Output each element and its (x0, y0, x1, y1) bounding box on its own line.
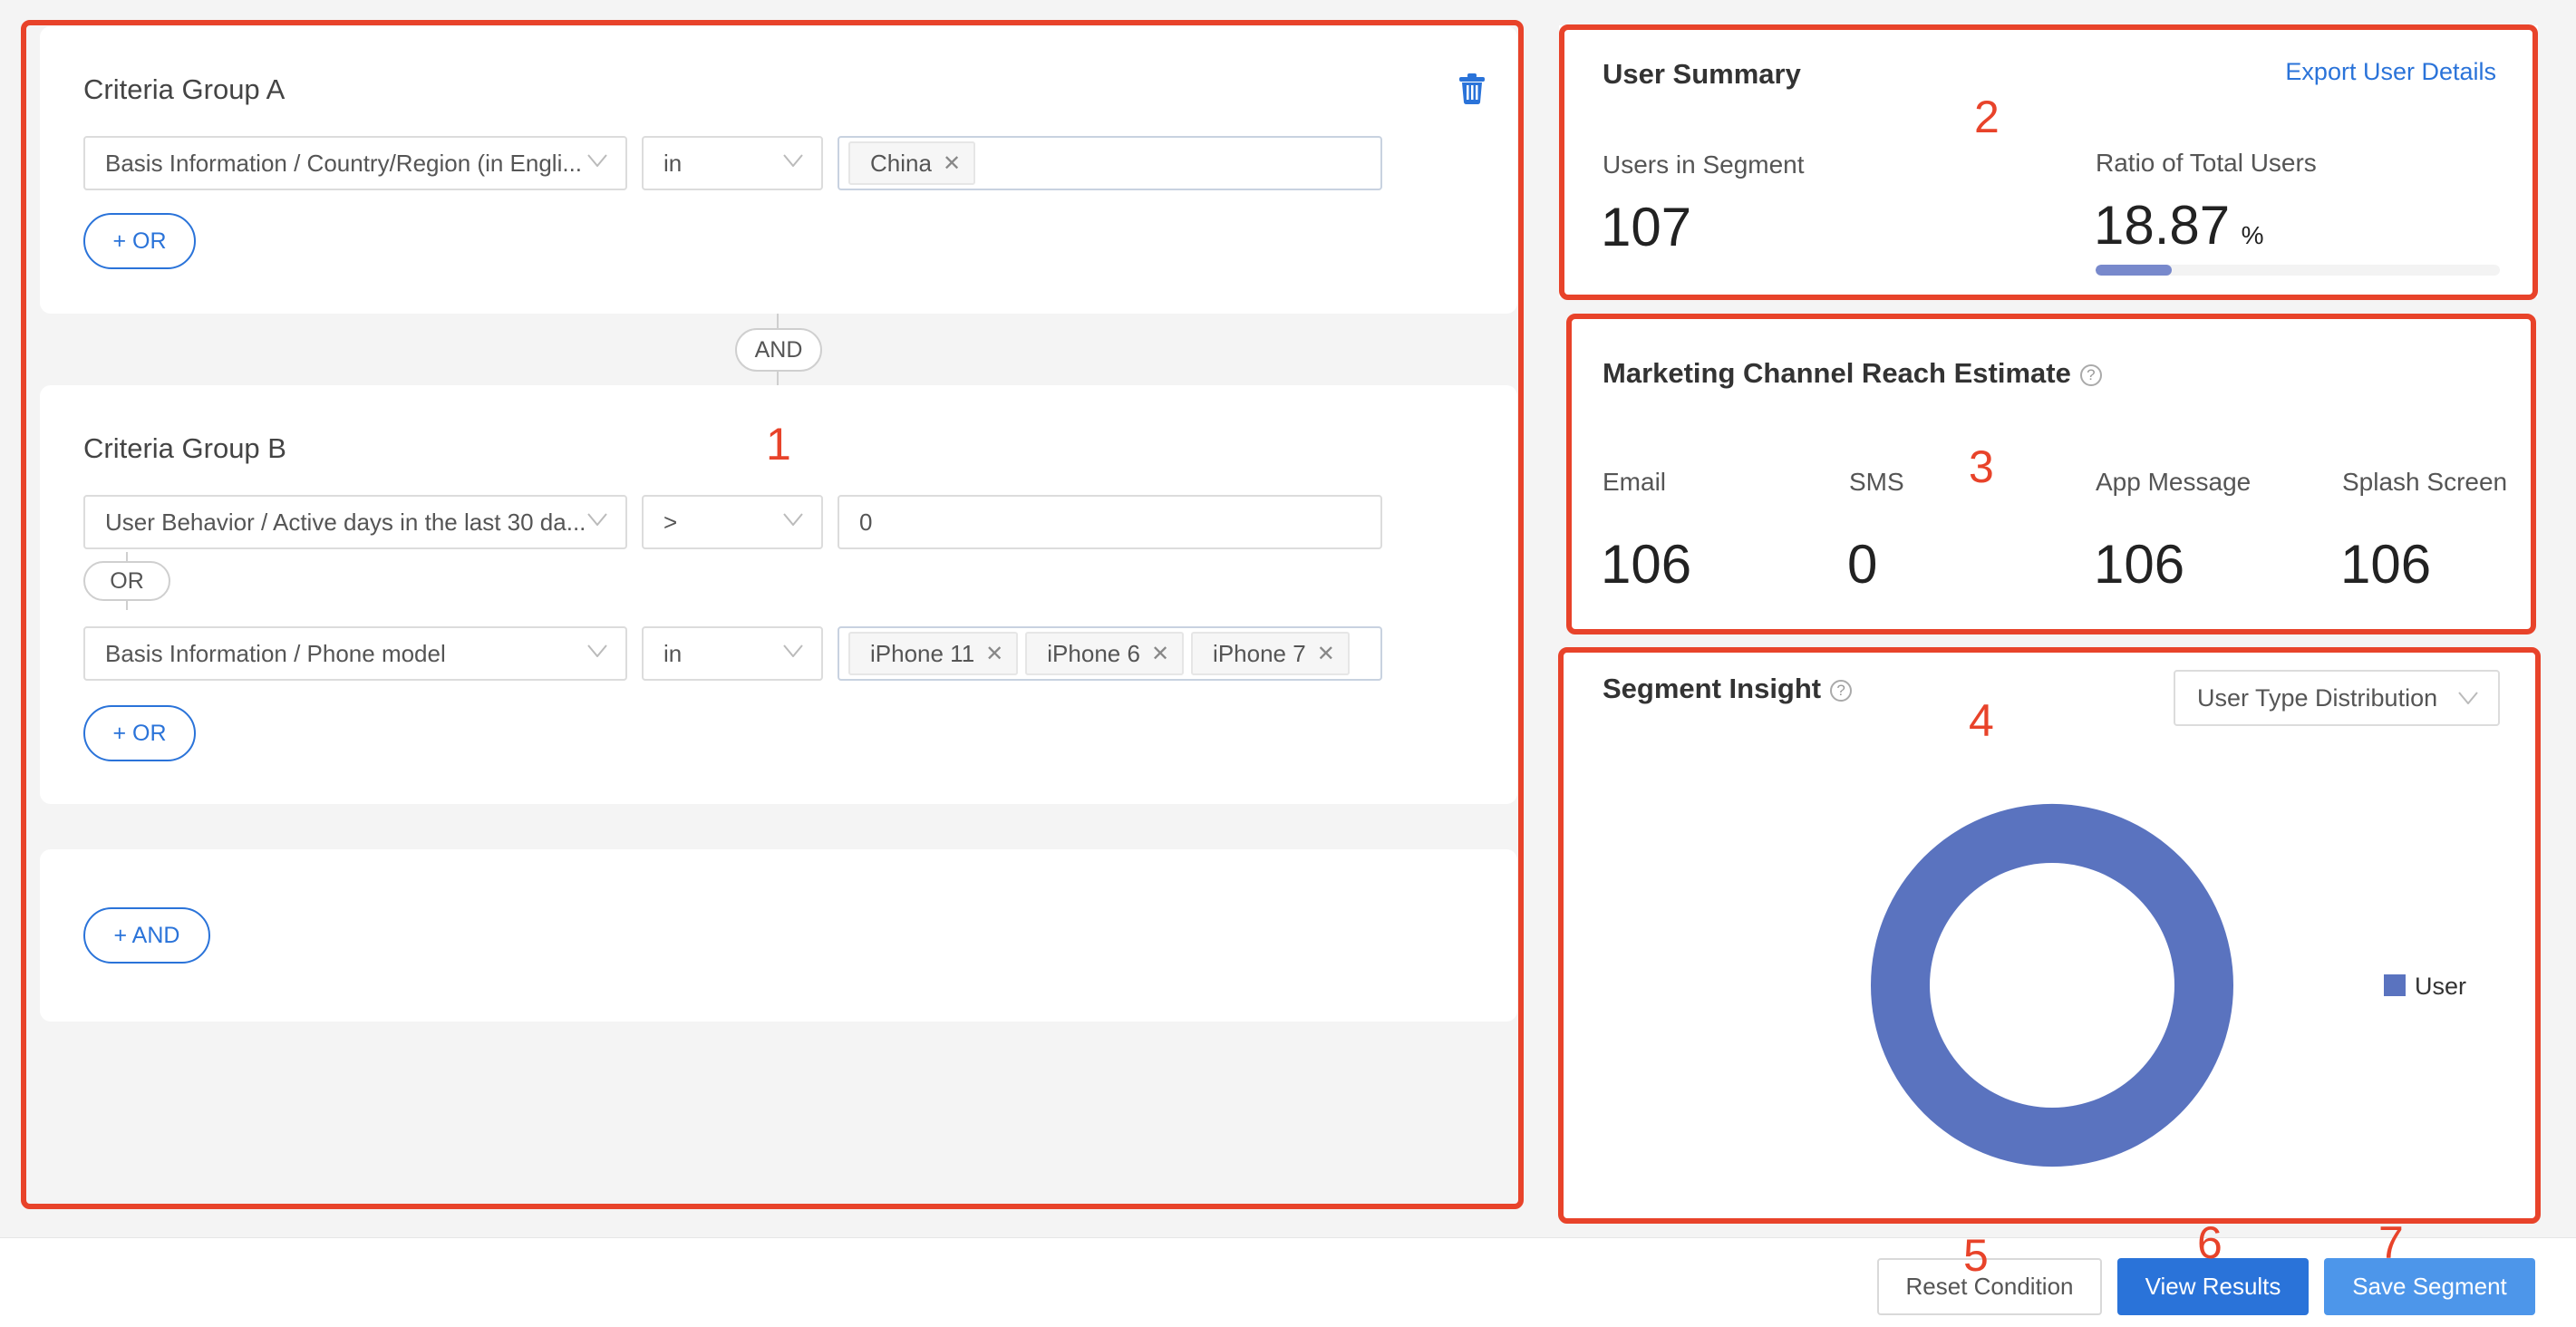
value-tags-input[interactable]: iPhone 11 ✕ iPhone 6 ✕ iPhone 7 ✕ (838, 626, 1382, 681)
tag-label: iPhone 11 (870, 639, 975, 667)
footer-bar: Reset Condition View Results Save Segmen… (0, 1237, 2576, 1327)
criteria-builder: Criteria Group A Basis Information / Cou… (26, 25, 1517, 1204)
connector-line (126, 552, 128, 561)
operator-select-value: > (663, 508, 678, 536)
export-user-details-link[interactable]: Export User Details (2285, 58, 2496, 86)
trash-icon (1459, 73, 1485, 105)
user-summary-title: User Summary (1603, 58, 1801, 90)
annotation-label-2: 2 (1974, 92, 2000, 142)
tag-label: China (870, 149, 932, 177)
add-or-button[interactable]: + OR (83, 213, 196, 269)
channel-label-app-message: App Message (2096, 468, 2252, 496)
add-or-button[interactable]: + OR (83, 705, 196, 761)
value-tag: iPhone 7 ✕ (1191, 632, 1350, 675)
criteria-group-a: Criteria Group A Basis Information / Cou… (40, 26, 1517, 314)
value-tags-input[interactable]: China ✕ (838, 136, 1382, 190)
attribute-select[interactable]: User Behavior / Active days in the last … (83, 495, 627, 549)
annotation-label-7: 7 (2378, 1217, 2404, 1268)
connector-line (126, 601, 128, 610)
tag-label: iPhone 6 (1047, 639, 1140, 667)
add-and-button[interactable]: + AND (83, 907, 210, 964)
attribute-select-value: Basis Information / Country/Region (in E… (105, 149, 583, 177)
group-b-title: Criteria Group B (83, 432, 286, 464)
channel-value-email: 106 (1601, 534, 1692, 595)
donut-chart: User (1871, 803, 2466, 1167)
attribute-select[interactable]: Basis Information / Phone model (83, 626, 627, 681)
donut-slice-user[interactable] (1871, 803, 2233, 1167)
add-group-card: + AND (40, 849, 1517, 1022)
annotation-label-1: 1 (766, 419, 791, 470)
legend-swatch (2384, 974, 2406, 996)
and-connector[interactable]: AND (735, 328, 822, 372)
save-segment-button[interactable]: Save Segment (2324, 1258, 2535, 1315)
chevron-down-icon (587, 513, 607, 531)
users-in-segment-label: Users in Segment (1603, 150, 1805, 179)
remove-tag-icon[interactable]: ✕ (985, 641, 1003, 667)
channel-label-email: Email (1603, 468, 1667, 496)
reach-estimate-title-text: Marketing Channel Reach Estimate (1603, 357, 2071, 389)
users-in-segment-value: 107 (1601, 197, 1692, 257)
remove-tag-icon[interactable]: ✕ (943, 150, 961, 177)
remove-tag-icon[interactable]: ✕ (1151, 641, 1169, 667)
ratio-progress-fill (2096, 265, 2173, 276)
ratio-progress-bar (2096, 265, 2500, 276)
attribute-select-value: User Behavior / Active days in the last … (105, 508, 586, 536)
legend-label[interactable]: User (2415, 973, 2466, 1000)
operator-select-value: in (663, 149, 683, 177)
channel-value-app-message: 106 (2094, 534, 2185, 595)
chevron-down-icon (783, 644, 803, 663)
group-a-title: Criteria Group A (83, 73, 286, 105)
channel-label-sms: SMS (1849, 468, 1904, 496)
chevron-down-icon (783, 513, 803, 531)
remove-tag-icon[interactable]: ✕ (1317, 641, 1335, 667)
ratio-label: Ratio of Total Users (2096, 149, 2317, 177)
help-icon[interactable]: ? (2079, 363, 2102, 386)
value-tag: iPhone 11 ✕ (848, 632, 1019, 675)
chevron-down-icon (587, 154, 607, 172)
segment-insight-card: Segment Insight? User Type Distribution … (1563, 653, 2538, 1222)
annotation-label-3: 3 (1969, 441, 1994, 492)
tag-label: iPhone 7 (1213, 639, 1306, 667)
value-input-text: 0 (859, 508, 873, 536)
operator-select-value: in (663, 639, 683, 667)
operator-select[interactable]: in (642, 626, 823, 681)
annotation-label-5: 5 (1963, 1230, 1989, 1281)
reset-condition-button[interactable]: Reset Condition (1877, 1258, 2102, 1315)
ratio-unit: % (2241, 221, 2264, 249)
channel-value-splash-screen: 106 (2340, 534, 2432, 595)
value-input[interactable]: 0 (838, 495, 1382, 549)
or-connector[interactable]: OR (83, 561, 170, 601)
value-tag: iPhone 6 ✕ (1025, 632, 1185, 675)
attribute-select[interactable]: Basis Information / Country/Region (in E… (83, 136, 627, 190)
operator-select[interactable]: in (642, 136, 823, 190)
ratio-readout: 18.87 % (2094, 194, 2264, 257)
channel-value-sms: 0 (1847, 534, 1878, 595)
operator-select[interactable]: > (642, 495, 823, 549)
channel-label-splash-screen: Splash Screen (2342, 468, 2508, 496)
attribute-select-value: Basis Information / Phone model (105, 639, 446, 667)
chevron-down-icon (587, 644, 607, 663)
connector-line (777, 372, 779, 385)
annotation-label-6: 6 (2197, 1217, 2223, 1268)
ratio-value: 18.87 (2094, 195, 2231, 256)
delete-group-button[interactable] (1458, 73, 1486, 105)
reach-estimate-card: Marketing Channel Reach Estimate? Email … (1568, 319, 2534, 631)
user-summary-card: User Summary Export User Details Users i… (1559, 25, 2538, 297)
annotation-label-4: 4 (1969, 695, 1994, 746)
connector-line (777, 314, 779, 328)
reach-estimate-title: Marketing Channel Reach Estimate? (1603, 357, 2102, 390)
value-tag: China ✕ (848, 141, 976, 185)
chevron-down-icon (783, 154, 803, 172)
